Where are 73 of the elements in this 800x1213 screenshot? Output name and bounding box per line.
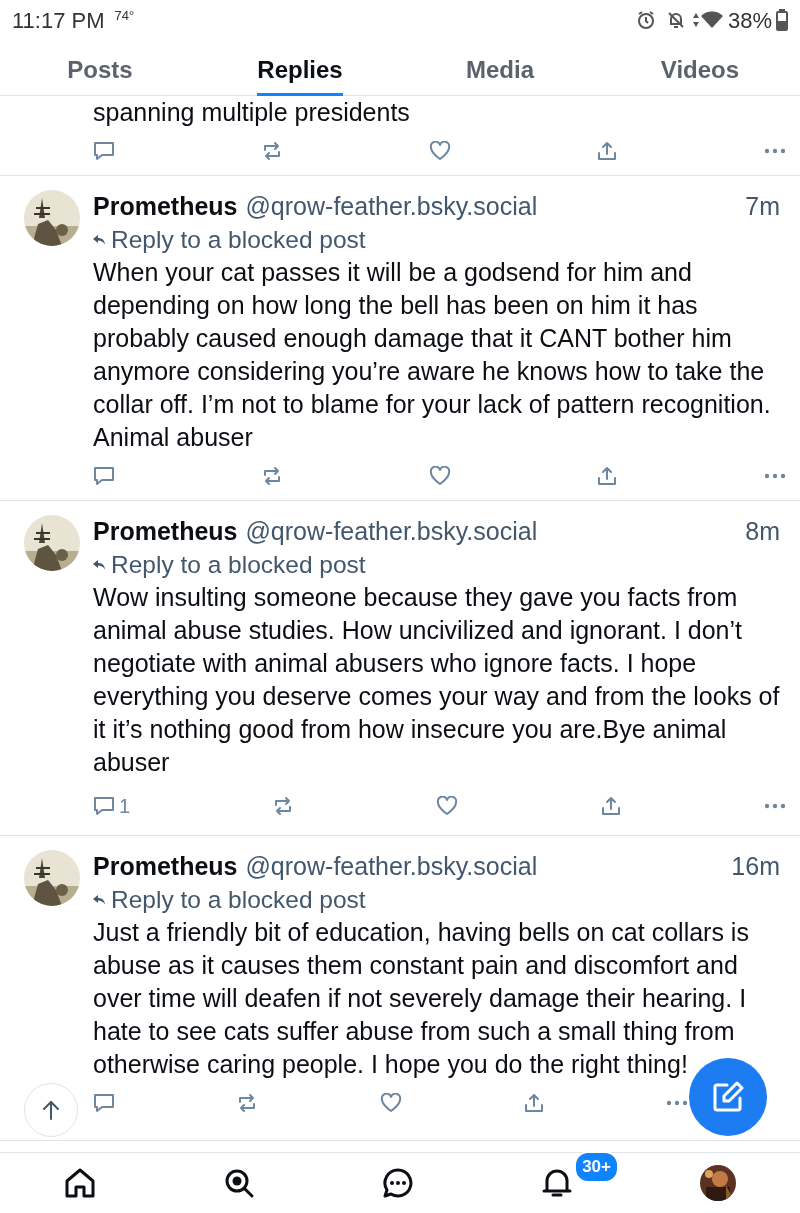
speech-bubble-icon	[93, 1093, 115, 1113]
tab[interactable]: Videos	[660, 40, 740, 96]
more-icon	[764, 803, 786, 809]
author-name[interactable]: Prometheus	[93, 850, 238, 883]
reply-arrow-icon	[93, 234, 105, 245]
heart-icon	[428, 141, 451, 161]
tab[interactable]: Replies	[257, 40, 343, 96]
author-handle[interactable]: @qrow-feather.bsky.social	[245, 850, 538, 883]
reply-button[interactable]	[93, 466, 115, 486]
reply-note: Reply to a blocked post	[111, 885, 366, 915]
post-time: 8m	[745, 516, 780, 547]
battery-icon	[776, 9, 788, 31]
share-icon	[600, 796, 623, 816]
share-icon	[596, 466, 619, 486]
share-icon	[522, 1093, 545, 1113]
post-text: When your cat passes it will be a godsend for him and depending on how long the bell has been on him it has probably caused enough damage that it CANT bother him anymore considering you’re aware he knows how to take the collar off. I’m not to blame for your lack of pattern recognition. Animal abuser	[93, 257, 772, 453]
speech-bubble-icon	[93, 796, 115, 816]
more-button[interactable]	[764, 148, 786, 154]
nav-tab[interactable]	[541, 1167, 574, 1199]
nav-tab[interactable]	[381, 1167, 414, 1199]
notification-badge: 30+	[574, 1151, 619, 1183]
nav-tab[interactable]	[63, 1167, 96, 1199]
more-icon	[764, 473, 786, 479]
heart-icon	[436, 796, 459, 816]
reply-button[interactable]: 1	[93, 791, 131, 821]
speech-bubble-icon	[93, 141, 115, 161]
post-text: Just a friendly bit of education, having bells on cat collars is abuse as it causes them constant pain and discomfort and over time will deafen if not severely damage their hearing. I hate to see cats suffer abuse from such a small thing from otherwise caring people. I hope you do the right thing!	[93, 917, 750, 1080]
more-button[interactable]	[666, 1100, 688, 1106]
heart-icon	[428, 466, 451, 486]
alarm-icon	[635, 10, 656, 30]
more-icon	[764, 148, 786, 154]
post-text: Wow insulting someone because they gave you facts from animal abuse studies. How uncivilized and ignorant. I don’t negotiate with animal abusers who ignore facts. I hope everything you deserve comes your way and from the looks of it it’s nothing good from how insecure you are.Bye animal abuser	[93, 582, 780, 778]
profile-tab[interactable]	[700, 1165, 737, 1201]
tab[interactable]: Media	[466, 40, 534, 96]
scroll-to-top-button[interactable]	[24, 1083, 78, 1137]
up-arrow-icon	[41, 1099, 61, 1121]
share-icon	[596, 141, 619, 161]
share-button[interactable]	[596, 141, 619, 161]
more-button[interactable]	[764, 803, 786, 809]
battery-level: 38%	[727, 6, 772, 35]
author-name[interactable]: Prometheus	[93, 515, 238, 548]
data-arrows-icon	[691, 12, 700, 28]
share-button[interactable]	[596, 466, 619, 486]
author-name[interactable]: Prometheus	[93, 190, 238, 223]
post-time: 16m	[731, 851, 780, 882]
reply-button[interactable]	[93, 141, 115, 161]
like-button[interactable]	[428, 141, 451, 161]
share-button[interactable]	[522, 1093, 545, 1113]
reply-button[interactable]	[93, 1093, 115, 1113]
temperature: 74°	[114, 7, 135, 26]
more-icon	[666, 1100, 688, 1106]
reply-arrow-icon	[93, 559, 105, 570]
compose-icon	[711, 1080, 745, 1114]
muted-bell-icon	[665, 10, 686, 30]
clock-time: 11:17 PM	[12, 6, 105, 35]
post-time: 7m	[745, 191, 780, 222]
more-button[interactable]	[764, 473, 786, 479]
like-button[interactable]	[436, 796, 459, 816]
share-button[interactable]	[600, 796, 623, 816]
reply-arrow-icon	[93, 894, 105, 905]
reply-note: Reply to a blocked post	[111, 550, 366, 580]
author-handle[interactable]: @qrow-feather.bsky.social	[245, 190, 538, 223]
author-handle[interactable]: @qrow-feather.bsky.social	[245, 515, 538, 548]
like-button[interactable]	[428, 466, 451, 486]
speech-bubble-icon	[93, 466, 115, 486]
post-text: spanning multiple presidents	[93, 97, 411, 128]
chat-icon	[381, 1167, 414, 1199]
bell-icon	[541, 1167, 574, 1199]
heart-icon	[379, 1093, 402, 1113]
reply-note: Reply to a blocked post	[111, 225, 366, 255]
like-button[interactable]	[379, 1093, 402, 1113]
home-icon	[63, 1167, 96, 1199]
tab[interactable]: Posts	[67, 40, 133, 96]
